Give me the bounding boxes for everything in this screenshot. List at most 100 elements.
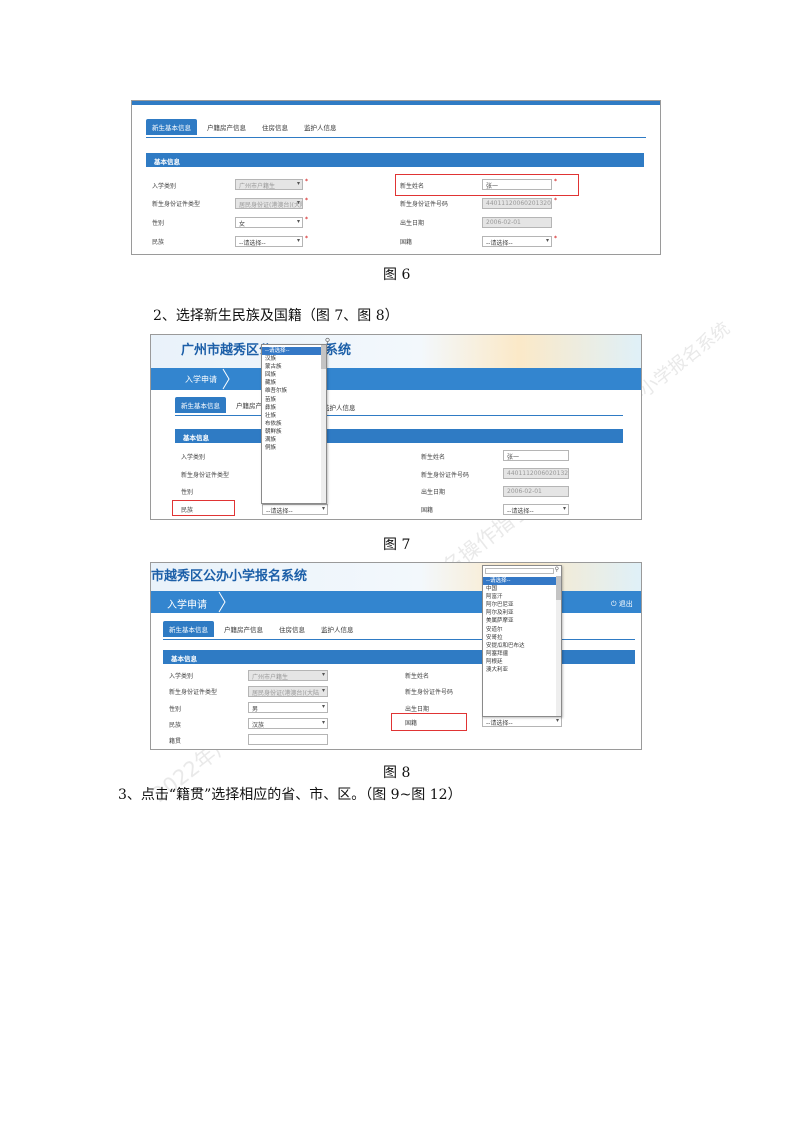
dropdown-option[interactable]: 阿尔及利亚 <box>483 609 556 617</box>
label-nationality: 国籍 <box>421 507 434 514</box>
dropdown-scrollbar[interactable] <box>321 345 326 503</box>
dropdown-option[interactable]: 安道尔 <box>483 626 556 634</box>
tab-student-info[interactable]: 新生基本信息 <box>146 119 197 135</box>
ethnicity-select[interactable]: --请选择-- <box>262 504 328 515</box>
logout-label: 退出 <box>618 600 633 608</box>
label-student-name: 新生姓名 <box>400 183 425 190</box>
birth-date-input[interactable]: 2006-02-01 <box>503 486 569 497</box>
required-mark: * <box>305 178 308 185</box>
tab-guardian[interactable]: 监护人信息 <box>298 119 343 135</box>
search-icon[interactable]: ⚲ <box>555 566 559 573</box>
label-ethnicity: 民族 <box>181 507 194 514</box>
dropdown-option[interactable]: 安提瓜和巴布达 <box>483 642 556 650</box>
tab-guardian[interactable]: 监护人信息 <box>315 621 360 637</box>
label-id-type: 新生身份证件类型 <box>181 472 230 479</box>
dropdown-search-input[interactable] <box>485 568 554 574</box>
ethnicity-select[interactable]: 汉族 <box>248 718 328 729</box>
figure-8-screenshot: 市越秀区公办小学报名系统 入学申请 ⏻ 退出 新生基本信息 户籍房产信息 住房信… <box>150 562 642 750</box>
tab-student-info[interactable]: 新生基本信息 <box>163 621 214 637</box>
label-native-place: 籍贯 <box>169 738 182 745</box>
label-nationality: 国籍 <box>405 720 418 727</box>
tab-household-property[interactable]: 户籍房产信息 <box>218 621 269 637</box>
birth-date-input[interactable]: 2006-02-01 <box>482 217 552 228</box>
enroll-type-select[interactable]: 广州市户籍生 <box>248 670 328 681</box>
enroll-type-select[interactable]: 广州市户籍生 <box>235 179 303 190</box>
gender-select[interactable]: 男 <box>248 702 328 713</box>
id-type-select[interactable]: 居民身份证(港澳台)(大陆 <box>235 198 303 209</box>
dropdown-option[interactable]: 满族 <box>262 436 321 444</box>
label-enroll-type: 入学类别 <box>169 673 194 680</box>
scrollbar-thumb[interactable] <box>556 576 561 600</box>
tab-household-property[interactable]: 户籍房产信息 <box>201 119 252 135</box>
label-student-name: 新生姓名 <box>421 454 446 461</box>
dropdown-option[interactable]: 藏族 <box>262 379 321 387</box>
nationality-dropdown-list[interactable]: ⚲ --请选择-- 中国 阿富汗 阿尔巴尼亚 阿尔及利亚 美属萨摩亚 安道尔 安… <box>482 565 562 717</box>
section-basic-info: 基本信息 <box>163 650 635 664</box>
dropdown-option[interactable]: 苗族 <box>262 396 321 404</box>
nav-apply[interactable]: 入学申请 <box>185 374 217 385</box>
step3-paragraph: 3、点击“籍贯”选择相应的省、市、区。（图 9~图 12） <box>118 787 462 803</box>
dropdown-option[interactable]: 中国 <box>483 585 556 593</box>
required-mark: * <box>305 197 308 204</box>
highlight-box-nationality <box>391 713 467 731</box>
nav-apply[interactable]: 入学申请 <box>167 596 207 611</box>
label-ethnicity: 民族 <box>169 722 182 729</box>
section-basic-info: 基本信息 <box>146 153 644 167</box>
id-number-input[interactable]: 440111200602013206 <box>503 468 569 479</box>
caption-fig6: 图 6 <box>383 267 411 283</box>
dropdown-option[interactable]: 回族 <box>262 371 321 379</box>
dropdown-scrollbar[interactable] <box>556 576 561 716</box>
tab-housing[interactable]: 住房信息 <box>273 621 311 637</box>
id-type-select[interactable]: 居民身份证(港澳台)(大陆 <box>248 686 328 697</box>
system-title: 市越秀区公办小学报名系统 <box>151 569 308 584</box>
logout-button[interactable]: ⏻ 退出 <box>611 599 633 609</box>
nationality-select[interactable]: --请选择-- <box>503 504 569 515</box>
dropdown-option[interactable]: --请选择-- <box>262 347 321 356</box>
dropdown-option[interactable]: 汉族 <box>262 355 321 363</box>
dropdown-option[interactable]: 朝鲜族 <box>262 428 321 436</box>
label-nationality: 国籍 <box>400 239 413 246</box>
tab-underline <box>175 415 623 416</box>
scrollbar-thumb[interactable] <box>321 345 326 369</box>
required-mark: * <box>305 235 308 242</box>
dropdown-option[interactable]: 阿富汗 <box>483 593 556 601</box>
nationality-select[interactable]: --请选择-- <box>482 236 552 247</box>
native-place-input[interactable] <box>248 734 328 745</box>
system-title-left: 广州市越秀区公 <box>181 343 273 358</box>
dropdown-option[interactable]: 安哥拉 <box>483 634 556 642</box>
caption-fig7: 图 7 <box>383 537 411 553</box>
dropdown-option[interactable]: 蒙古族 <box>262 363 321 371</box>
required-mark: * <box>554 235 557 242</box>
tab-bar: 新生基本信息 户籍房产 <box>175 397 268 413</box>
label-birth-date: 出生日期 <box>405 706 430 713</box>
dropdown-option[interactable]: 澳大利亚 <box>483 666 556 674</box>
ethnicity-select[interactable]: --请选择-- <box>235 236 303 247</box>
label-id-number: 新生身份证件号码 <box>421 472 470 479</box>
gender-select[interactable]: 女 <box>235 217 303 228</box>
section-basic-info: 基本信息 <box>175 429 623 443</box>
student-name-input[interactable]: 张一 <box>482 179 552 190</box>
student-name-input[interactable]: 张一 <box>503 450 569 461</box>
step2-paragraph: 2、选择新生民族及国籍（图 7、图 8） <box>153 308 399 324</box>
dropdown-option[interactable]: 维吾尔族 <box>262 387 321 395</box>
tab-housing[interactable]: 住房信息 <box>256 119 294 135</box>
dropdown-option[interactable]: --请选择-- <box>483 577 556 586</box>
power-icon: ⏻ <box>611 600 619 608</box>
dropdown-option[interactable]: 美属萨摩亚 <box>483 617 556 625</box>
dropdown-option[interactable]: 壮族 <box>262 412 321 420</box>
dropdown-option[interactable]: 阿根廷 <box>483 658 556 666</box>
ethnicity-dropdown-list[interactable]: ⚲ --请选择-- 汉族 蒙古族 回族 藏族 维吾尔族 苗族 彝族 壮族 布依族… <box>261 337 330 504</box>
nationality-select[interactable]: --请选择-- <box>482 716 562 727</box>
label-ethnicity: 民族 <box>152 239 165 246</box>
tab-underline <box>163 639 635 640</box>
id-number-input[interactable]: 440111200602013206 <box>482 198 552 209</box>
tab-student-info[interactable]: 新生基本信息 <box>175 397 226 413</box>
required-mark: * <box>305 216 308 223</box>
dropdown-option[interactable]: 阿塞拜疆 <box>483 650 556 658</box>
dropdown-option[interactable]: 阿尔巴尼亚 <box>483 601 556 609</box>
search-icon[interactable]: ⚲ <box>325 337 330 345</box>
dropdown-option[interactable]: 布依族 <box>262 420 321 428</box>
label-id-type: 新生身份证件类型 <box>169 689 218 696</box>
dropdown-option[interactable]: 彝族 <box>262 404 321 412</box>
dropdown-option[interactable]: 侗族 <box>262 444 321 452</box>
